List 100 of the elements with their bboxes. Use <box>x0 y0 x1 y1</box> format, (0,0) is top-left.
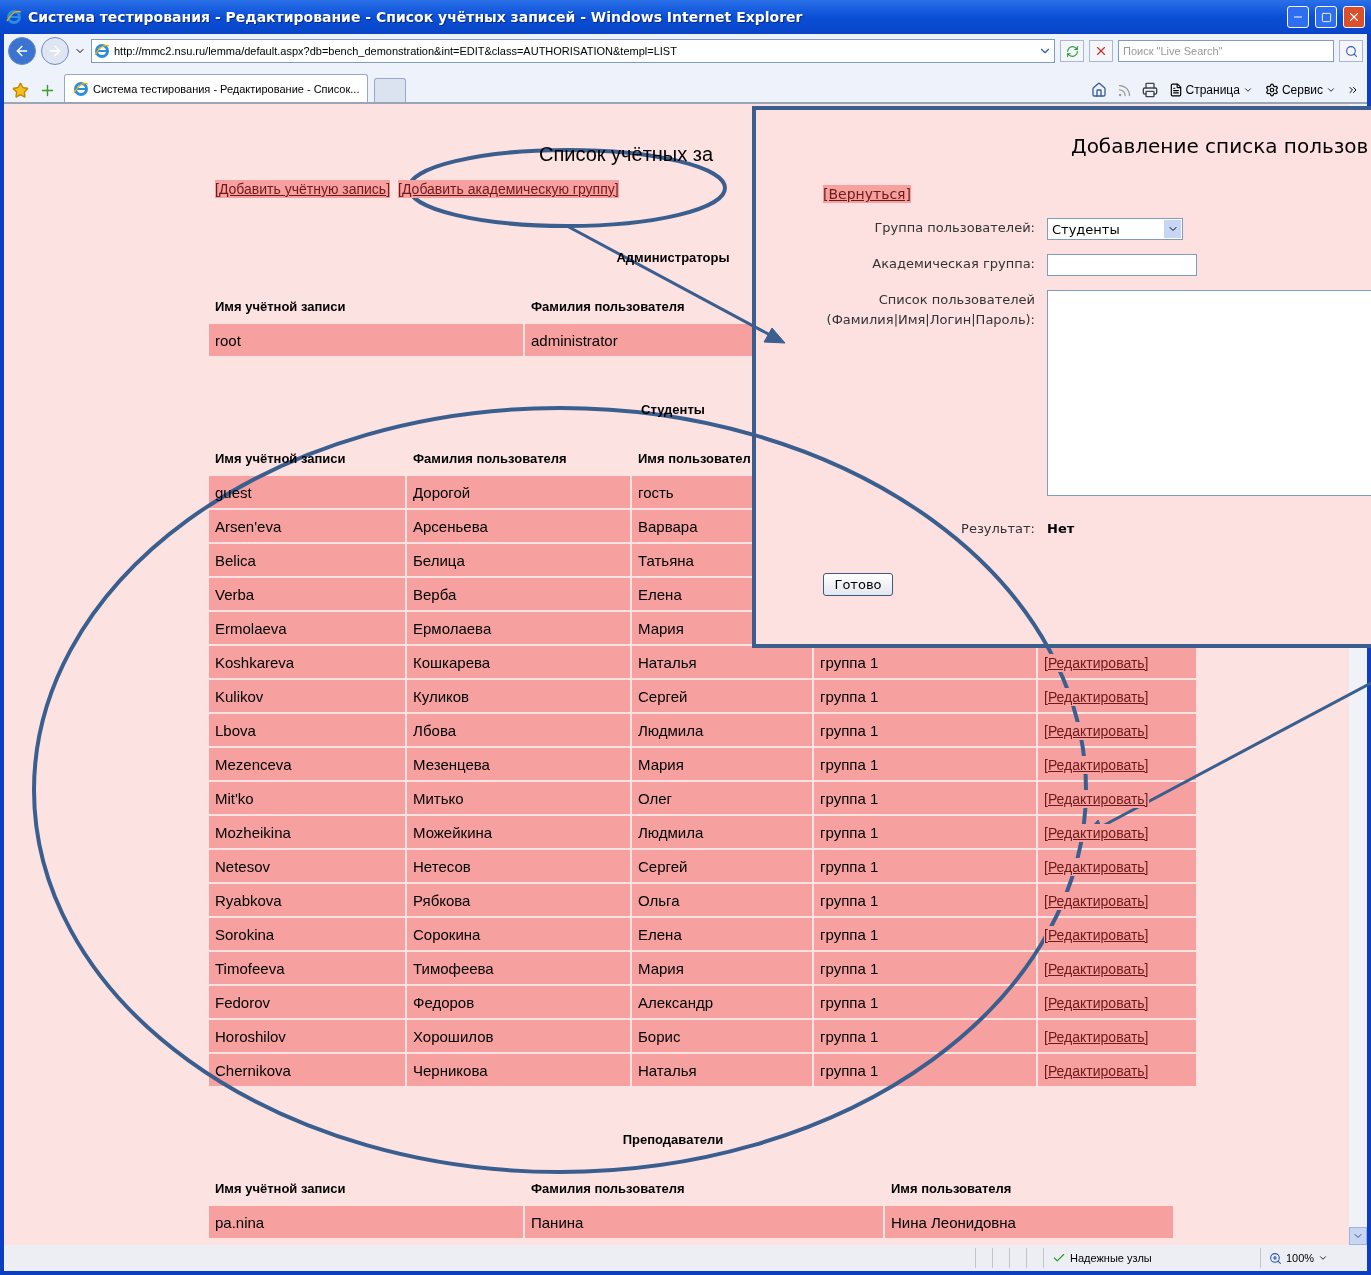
refresh-icon <box>1065 44 1079 58</box>
edit-link[interactable]: [Редактировать] <box>1044 755 1149 774</box>
column-header: Имя учётной записи <box>215 450 346 466</box>
cell-text: группа 1 <box>820 823 879 841</box>
cell-text: группа 1 <box>820 653 879 671</box>
cell-text: Наталья <box>638 1061 697 1079</box>
forward-button[interactable] <box>41 37 69 65</box>
edit-link[interactable]: [Редактировать] <box>1044 653 1149 672</box>
cell-text: Лбова <box>413 721 457 739</box>
cell-text: Мария <box>638 755 684 773</box>
edit-link[interactable]: [Редактировать] <box>1044 823 1149 842</box>
cell-text: Belica <box>215 551 256 569</box>
search-field[interactable]: Поиск "Live Search" <box>1118 40 1334 62</box>
cell-text: Ермолаева <box>413 619 492 637</box>
cell-text: Sorokina <box>215 925 275 943</box>
cell-text: Horoshilov <box>215 1027 286 1045</box>
minimize-button[interactable] <box>1287 6 1309 28</box>
edit-link[interactable]: [Редактировать] <box>1044 857 1149 876</box>
cell-text: Федоров <box>413 993 475 1011</box>
cell-text: Chernikova <box>215 1061 291 1079</box>
command-menu[interactable]: Страница <box>1165 78 1256 102</box>
zoom-control[interactable]: 100% <box>1260 1248 1367 1268</box>
cell-text: Тимофеева <box>413 959 494 977</box>
dropdown-button[interactable] <box>1164 220 1181 238</box>
cell-text: Людмила <box>638 823 704 841</box>
cell-text: Наталья <box>638 653 697 671</box>
maximize-icon <box>1320 11 1332 23</box>
cell-text: Варвара <box>638 517 698 535</box>
zoom-icon <box>1269 1251 1282 1265</box>
back-button[interactable] <box>8 37 36 65</box>
cell-text: Mit'ko <box>215 789 254 807</box>
cell-text: группа 1 <box>820 1061 879 1079</box>
group-select[interactable]: Студенты <box>1047 218 1183 240</box>
cell-text: Черникова <box>413 1061 488 1079</box>
dialog-title: Добавление списка пользов <box>1071 134 1369 158</box>
cell-text: Koshkareva <box>215 653 295 671</box>
caret-icon <box>1318 1253 1329 1263</box>
caret-icon <box>1326 85 1336 95</box>
action-link[interactable]: [Добавить учётную запись] <box>215 180 391 198</box>
browser-logo-icon <box>73 80 89 97</box>
cell-text: группа 1 <box>820 1027 879 1045</box>
cell-text: группа 1 <box>820 857 879 875</box>
cell-text: Мезенцева <box>413 755 490 773</box>
cell-text: группа 1 <box>820 925 879 943</box>
cell-text: Fedorov <box>215 993 271 1011</box>
cell-text: Mozheikina <box>215 823 291 841</box>
cell-text: Татьяна <box>638 551 694 569</box>
search-icon <box>1344 44 1358 58</box>
browser-logo-icon <box>6 9 22 25</box>
maximize-button[interactable] <box>1315 6 1337 28</box>
address-field[interactable]: http://mmc2.nsu.ru/lemma/default.aspx?db=bench_demonstration&int=EDIT&class=AUTHORISATION&templ=LIST <box>91 39 1055 63</box>
done-button[interactable]: Готово <box>823 573 893 596</box>
arrow-right-icon <box>47 43 63 59</box>
cell-text: группа 1 <box>820 891 879 909</box>
edit-link[interactable]: [Редактировать] <box>1044 721 1149 740</box>
edit-link[interactable]: [Редактировать] <box>1044 687 1149 706</box>
cell-text: Ryabkova <box>215 891 282 909</box>
back-link[interactable]: [Вернуться] <box>823 185 911 203</box>
action-link[interactable]: [Добавить академическую группу] <box>398 180 619 198</box>
cell-text: Сорокина <box>413 925 481 943</box>
new-tab-button[interactable] <box>374 78 407 102</box>
cell-text: Елена <box>638 925 682 943</box>
edit-link[interactable]: [Редактировать] <box>1044 925 1149 944</box>
cell-text: pa.nina <box>215 1213 265 1231</box>
cell-text: Netesov <box>215 857 271 875</box>
edit-link[interactable]: [Редактировать] <box>1044 891 1149 910</box>
cell-text: administrator <box>531 331 618 349</box>
cell-text: группа 1 <box>820 789 879 807</box>
page-icon <box>1168 83 1183 97</box>
section-heading: Студенты <box>641 402 705 417</box>
cell-text: Митько <box>413 789 464 807</box>
check-icon <box>1052 1251 1066 1265</box>
settings-icon <box>1264 83 1279 97</box>
cell-text: группа 1 <box>820 755 879 773</box>
field-label: Список пользователей (Фамилия|Имя|Логин|Пароль): <box>825 291 1035 329</box>
cell-text: Елена <box>638 585 682 603</box>
column-header: Фамилия пользователя <box>531 298 685 314</box>
browser-tab[interactable]: Система тестирования - Редактирование - Список... <box>64 74 369 102</box>
cell-text: Мария <box>638 959 684 977</box>
command-menu[interactable]: Сервис <box>1261 78 1339 102</box>
column-header: Фамилия пользователя <box>531 1180 685 1196</box>
cell-text: Ermolaeva <box>215 619 287 637</box>
cell-text: гость <box>638 483 674 501</box>
cell-text: группа 1 <box>820 721 879 739</box>
field-label: Академическая группа: <box>871 255 1035 273</box>
stop-button[interactable] <box>1089 40 1113 62</box>
browser-logo-icon <box>94 43 110 59</box>
refresh-button[interactable] <box>1060 40 1084 62</box>
field-label: Результат: <box>960 520 1035 538</box>
input-field[interactable] <box>1047 254 1197 276</box>
column-header: Имя пользовател <box>638 450 751 466</box>
search-button[interactable] <box>1339 40 1363 62</box>
cell-text: Ольга <box>638 891 680 909</box>
close-button[interactable] <box>1343 6 1365 28</box>
window-title: Система тестирования - Редактирование - Список учётных записей - Windows Internet Explorer <box>28 9 804 25</box>
edit-link[interactable]: [Редактировать] <box>1044 789 1149 808</box>
result-value: Нет <box>1047 520 1076 538</box>
cell-text: Сергей <box>638 857 688 875</box>
cell-text: Timofeeva <box>215 959 285 977</box>
cell-text: Нина Леонидовна <box>891 1213 1016 1231</box>
